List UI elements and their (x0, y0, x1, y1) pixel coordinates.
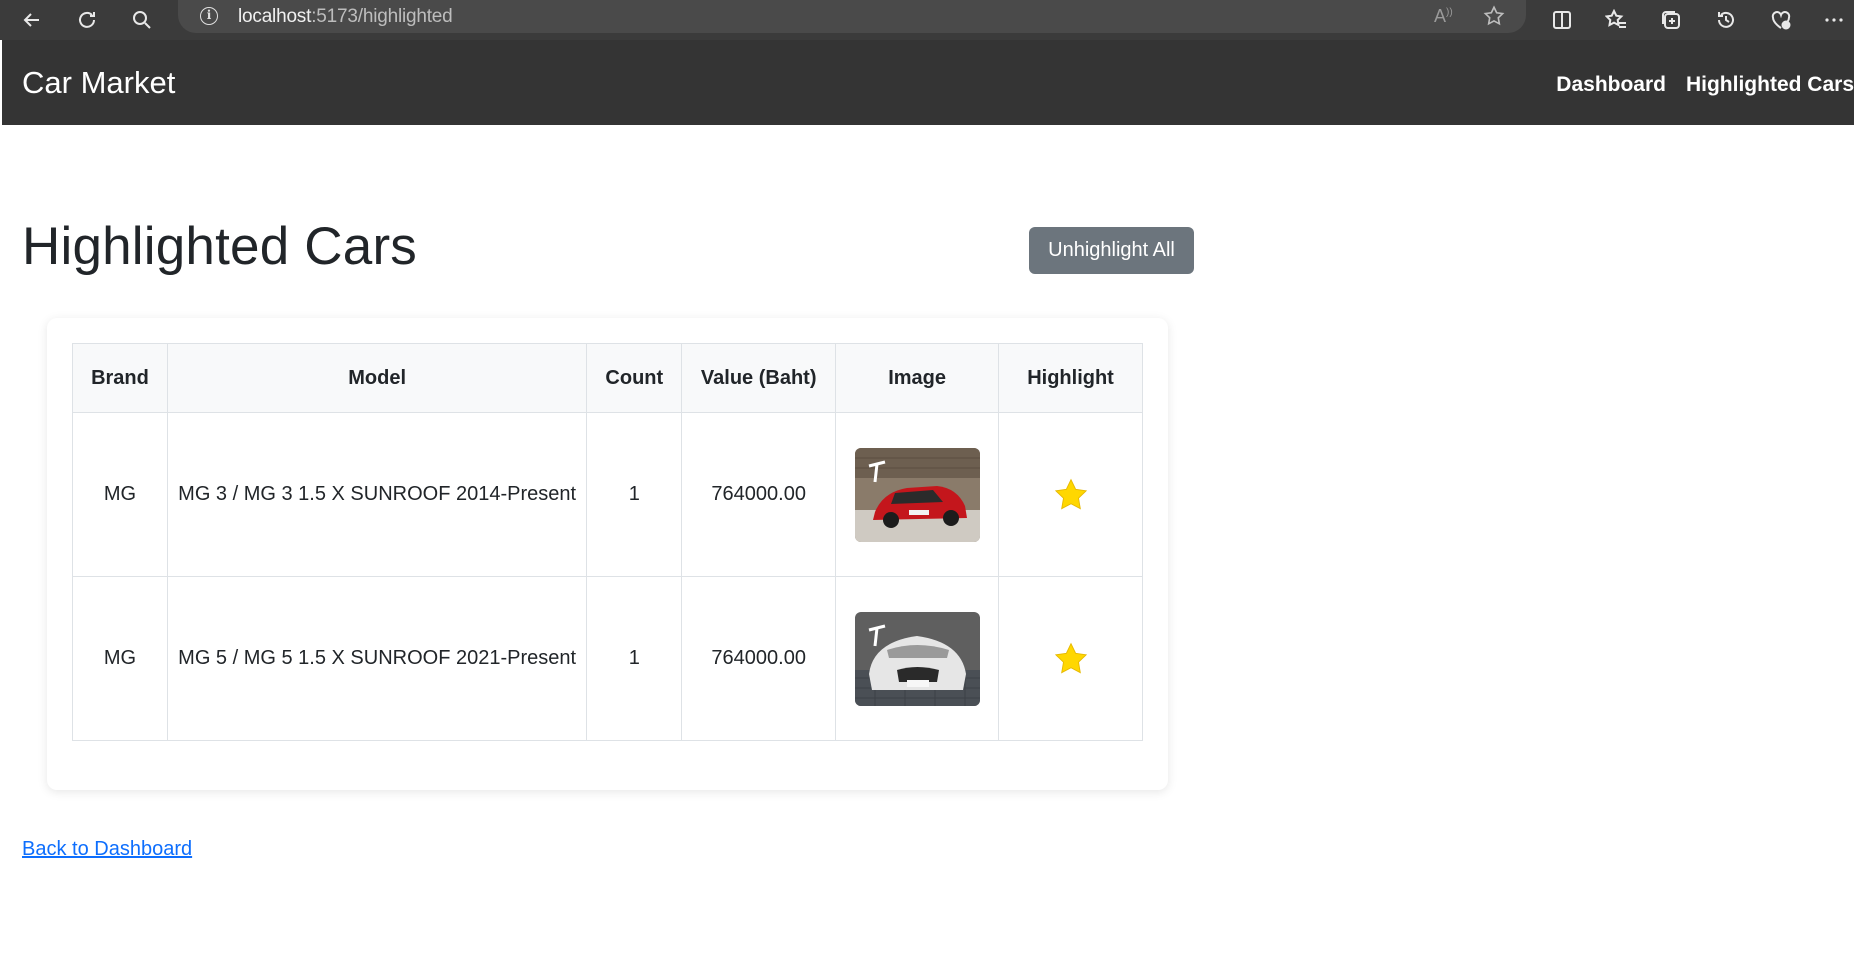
cell-highlight (998, 576, 1143, 741)
page-title: Highlighted Cars (22, 217, 418, 276)
cell-value: 764000.00 (681, 412, 837, 577)
browser-essentials-icon[interactable] (1767, 6, 1795, 34)
header-model: Model (166, 343, 588, 413)
app-navbar: Car Market Dashboard Highlighted Cars (2, 40, 1854, 125)
cell-image (835, 576, 1000, 741)
car-thumbnail (854, 611, 980, 706)
highlight-star-icon[interactable] (1053, 641, 1089, 677)
url-text[interactable]: localhost:5173/highlighted (238, 6, 453, 28)
cell-model: MG 3 / MG 3 1.5 X SUNROOF 2014-Present (166, 412, 588, 577)
cell-highlight (998, 412, 1143, 577)
browser-toolbar: i localhost:5173/highlighted A)) (0, 0, 1854, 40)
cell-count: 1 (586, 576, 683, 741)
header-brand: Brand (72, 343, 168, 413)
unhighlight-all-button[interactable]: Unhighlight All (1029, 227, 1194, 274)
back-arrow-icon[interactable] (18, 6, 46, 34)
nav-links: Dashboard Highlighted Cars (1536, 73, 1854, 97)
header-highlight: Highlight (998, 343, 1143, 413)
table-row: MG MG 5 / MG 5 1.5 X SUNROOF 2021-Presen… (72, 576, 1143, 741)
table-row: MG MG 3 / MG 3 1.5 X SUNROOF 2014-Presen… (72, 412, 1143, 577)
cell-image (835, 412, 1000, 577)
highlight-star-icon[interactable] (1053, 477, 1089, 513)
read-aloud-icon[interactable]: A)) (1434, 6, 1453, 27)
cell-value: 764000.00 (681, 576, 837, 741)
table-header-row: Brand Model Count Value (Baht) Image Hig… (72, 343, 1143, 413)
highlighted-cars-table: Brand Model Count Value (Baht) Image Hig… (72, 343, 1143, 741)
header-count: Count (586, 343, 683, 413)
site-info-icon[interactable]: i (200, 7, 218, 25)
search-icon[interactable] (128, 6, 156, 34)
cell-count: 1 (586, 412, 683, 577)
favorite-star-icon[interactable] (1483, 5, 1505, 32)
collections-icon[interactable] (1657, 6, 1685, 34)
cell-brand: MG (72, 576, 168, 741)
back-to-dashboard-link[interactable]: Back to Dashboard (22, 838, 192, 861)
cell-brand: MG (72, 412, 168, 577)
car-thumbnail (854, 447, 980, 542)
cell-model: MG 5 / MG 5 1.5 X SUNROOF 2021-Present (166, 576, 588, 741)
split-screen-icon[interactable] (1548, 6, 1576, 34)
navbar-brand[interactable]: Car Market (22, 65, 175, 101)
address-bar[interactable]: i localhost:5173/highlighted A)) (178, 0, 1526, 33)
cars-table-card: Brand Model Count Value (Baht) Image Hig… (47, 318, 1168, 790)
nav-link-highlighted-cars[interactable]: Highlighted Cars (1686, 73, 1854, 97)
favorites-icon[interactable] (1602, 6, 1630, 34)
refresh-icon[interactable] (73, 6, 101, 34)
history-icon[interactable] (1712, 6, 1740, 34)
header-image: Image (835, 343, 1000, 413)
more-options-icon[interactable] (1820, 6, 1848, 34)
nav-link-dashboard[interactable]: Dashboard (1556, 73, 1666, 97)
header-value: Value (Baht) (681, 343, 837, 413)
